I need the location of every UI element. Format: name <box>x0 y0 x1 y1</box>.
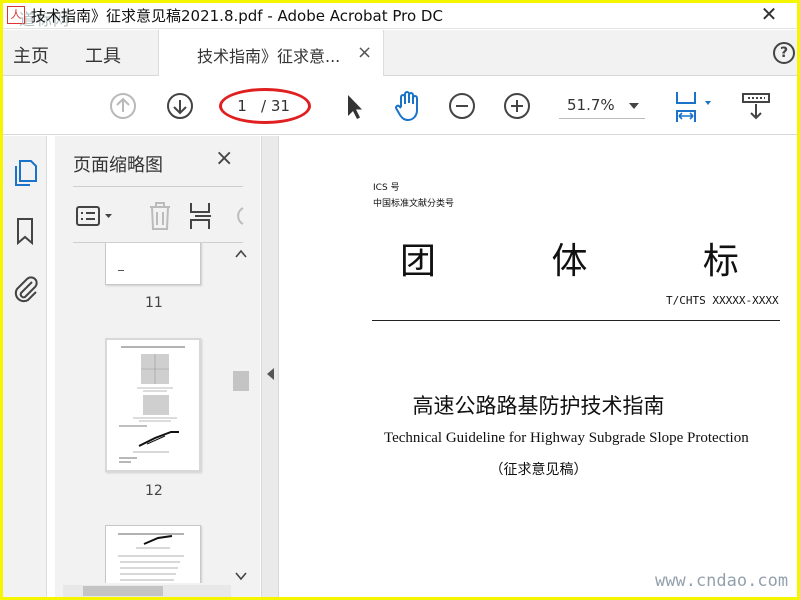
document-tab-close-button[interactable]: × <box>357 42 372 63</box>
panel-toolbar <box>73 192 245 242</box>
thumbnail-scrollbar[interactable] <box>231 243 251 587</box>
doc-draft-label: （征求意见稿） <box>489 462 588 478</box>
thumbnail-page-number: 11 <box>145 295 163 311</box>
thumbnail-page-13[interactable] <box>105 525 201 583</box>
page-thumbnails-icon[interactable] <box>12 158 38 188</box>
delete-icon[interactable] <box>147 200 173 232</box>
panel-title: 页面缩略图 <box>73 155 163 176</box>
fit-page-icon[interactable] <box>671 89 719 125</box>
menu-bar: 主页 工具 技术指南》征求意... × ? <box>3 30 797 76</box>
next-page-icon[interactable] <box>166 92 194 120</box>
scroll-down-icon[interactable] <box>235 571 247 581</box>
scroll-up-icon[interactable] <box>235 249 247 259</box>
window-title: 技术指南》征求意见稿2021.8.pdf - Adobe Acrobat Pro… <box>31 7 443 25</box>
doc-heading: 团 体 标 准 <box>400 241 797 282</box>
attachment-icon[interactable] <box>12 272 40 304</box>
panel-divider <box>73 186 243 187</box>
acrobat-window: 人 道标网 技术指南》征求意见稿2021.8.pdf - Adobe Acrob… <box>3 3 797 597</box>
highlight-annotation-ellipse <box>219 88 311 124</box>
doc-ics-number: ICS 号 <box>373 183 400 193</box>
thumbnail-page-11[interactable] <box>105 243 201 285</box>
zoom-in-icon[interactable] <box>503 92 531 120</box>
help-icon[interactable]: ? <box>773 42 795 64</box>
comment-scroll-icon[interactable] <box>741 91 771 123</box>
hand-tool-icon[interactable] <box>393 89 425 123</box>
zoom-select[interactable]: 51.7% <box>559 93 645 119</box>
menu-home[interactable]: 主页 <box>13 42 49 68</box>
thumbnail-page-number: 12 <box>145 483 163 499</box>
doc-standard-code: T/CHTS XXXXX-XXXX <box>666 294 779 307</box>
zoom-out-icon[interactable] <box>448 92 476 120</box>
title-bar: 人 道标网 技术指南》征求意见稿2021.8.pdf - Adobe Acrob… <box>3 3 797 29</box>
doc-rule <box>372 320 780 321</box>
document-view[interactable]: ICS 号 中国标准文献分类号 团 体 标 准 T/CHTS XXXXX-XXX… <box>280 136 797 597</box>
rotate-icon[interactable] <box>229 202 245 230</box>
document-tab-label: 技术指南》征求意... <box>197 47 341 66</box>
thumb-text-mark <box>118 270 124 271</box>
collapse-arrow-icon[interactable] <box>267 368 274 380</box>
options-icon[interactable] <box>75 202 115 232</box>
doc-title-en: Technical Guideline for Highway Subgrade… <box>384 430 749 446</box>
thumbnail-hscrollbar[interactable] <box>63 585 231 597</box>
toolbar: 1 / 31 51.7% <box>3 77 797 135</box>
bookmark-icon[interactable] <box>14 216 36 246</box>
menu-tools[interactable]: 工具 <box>85 42 121 68</box>
panel-splitter[interactable] <box>261 136 279 597</box>
prev-page-icon[interactable] <box>109 92 137 120</box>
thumbnail-page-12[interactable] <box>105 338 201 472</box>
panel-close-button[interactable]: × <box>215 146 233 171</box>
thumbnails-panel: 页面缩略图 × 11 12 <box>55 136 260 597</box>
insert-page-icon[interactable] <box>187 200 215 232</box>
document-tab[interactable]: 技术指南》征求意... × <box>158 30 384 76</box>
scrollbar-thumb[interactable] <box>233 371 249 391</box>
thumbnail-page-content <box>118 533 184 581</box>
select-arrow-icon[interactable] <box>343 92 365 122</box>
watermark-bottom: www.cndao.com <box>655 571 789 591</box>
doc-classification: 中国标准文献分类号 <box>373 199 455 209</box>
tool-rail <box>3 136 47 597</box>
window-close-button[interactable]: ✕ <box>759 3 779 26</box>
thumbnail-list: 11 12 <box>55 243 230 583</box>
scrollbar-thumb[interactable] <box>83 586 163 596</box>
zoom-value: 51.7% <box>567 96 615 114</box>
chevron-down-icon <box>629 103 639 109</box>
thumbnail-page-content <box>119 346 185 463</box>
doc-title-zh: 高速公路路基防护技术指南 <box>412 394 665 418</box>
